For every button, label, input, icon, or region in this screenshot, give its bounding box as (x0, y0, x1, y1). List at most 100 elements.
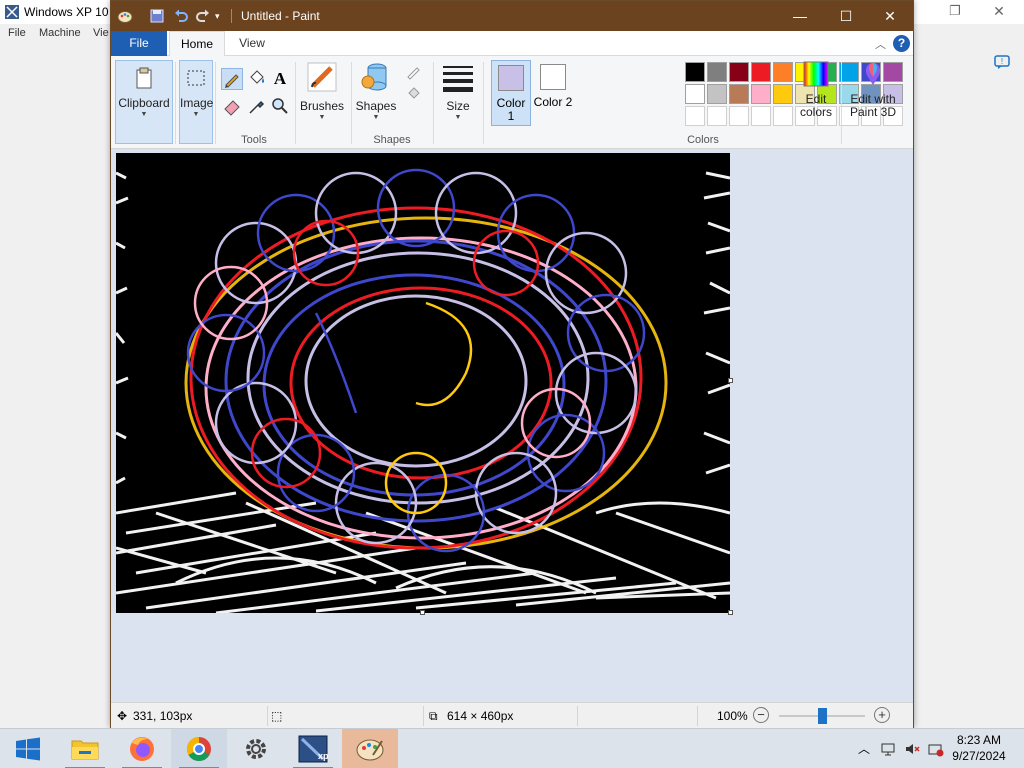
tab-view[interactable]: View (229, 31, 275, 56)
start-button[interactable] (0, 729, 56, 768)
group-separator (433, 62, 434, 144)
shapes-button[interactable]: Shapes ▼ (353, 60, 399, 130)
show-hidden-icons[interactable]: ︿ (858, 741, 874, 757)
eyedropper-icon (249, 100, 265, 114)
volume-muted-icon[interactable] (904, 741, 920, 757)
tools-group: A Tools (215, 56, 293, 149)
help-icon[interactable]: ? (893, 35, 910, 52)
close-button[interactable]: ✕ (867, 1, 913, 31)
status-separator (577, 706, 578, 726)
notification-icon[interactable]: ! (994, 54, 1010, 70)
resize-handle-corner[interactable] (728, 610, 733, 615)
undo-icon[interactable] (173, 8, 189, 24)
qat-separator (231, 9, 232, 23)
fill-tool[interactable] (245, 68, 267, 90)
cursor-position-icon: ✥ (117, 709, 128, 723)
status-separator (423, 706, 424, 726)
minimize-button[interactable]: — (777, 1, 823, 31)
vmware-xp-icon: xp (298, 735, 329, 763)
taskbar-settings[interactable] (228, 729, 284, 768)
shape-fill-tool[interactable] (403, 84, 425, 106)
color-picker-tool[interactable] (245, 96, 267, 118)
pencil-tool[interactable] (221, 68, 243, 90)
zoom-level: 100% (717, 709, 748, 723)
size-button[interactable]: Size ▼ (437, 60, 479, 130)
brushes-label: Brushes (299, 99, 345, 113)
settings-icon (246, 739, 266, 759)
edit-colors-button[interactable]: Edit colors (795, 60, 837, 130)
brushes-dropdown-icon: ▼ (318, 114, 326, 121)
zoom-slider-thumb[interactable] (817, 708, 827, 724)
taskbar-vmware-xp[interactable]: xp (285, 729, 341, 768)
shape-fill-icon (408, 87, 420, 99)
color2-button[interactable]: Color 2 (533, 60, 573, 126)
chrome-icon (186, 737, 211, 762)
color1-swatch (498, 65, 524, 91)
size-dropdown-icon: ▼ (454, 114, 462, 121)
vm-restore-button[interactable]: ❐ (944, 0, 966, 22)
taskbar-firefox[interactable] (114, 729, 170, 768)
vm-menu-view[interactable]: Vie (93, 27, 109, 39)
color1-button[interactable]: Color 1 (491, 60, 531, 126)
clipboard-icon (136, 67, 152, 89)
shapes-group-label: Shapes (373, 134, 411, 146)
maximize-button[interactable]: ☐ (823, 1, 869, 31)
edit-with-paint3d-button[interactable]: Edit with Paint 3D (845, 60, 901, 130)
magnifier-tool[interactable] (269, 96, 291, 118)
collapse-ribbon-icon[interactable]: ︿ (875, 36, 886, 52)
status-separator (267, 706, 268, 726)
color1-label: Color 1 (496, 96, 526, 123)
system-clock[interactable]: 8:23 AM 9/27/2024 (944, 732, 1014, 764)
firefox-icon (130, 737, 154, 761)
paint-titlebar: ▾ Untitled - Paint — ☐ ✕ (111, 1, 913, 31)
resize-handle-bottom[interactable] (420, 610, 425, 615)
vm-menu-machine[interactable]: Machine (39, 27, 81, 39)
group-separator (295, 62, 296, 144)
colors-group: Colors (577, 56, 829, 149)
image-dropdown-icon: ▼ (192, 111, 200, 118)
eraser-tool[interactable] (221, 96, 243, 118)
tab-home[interactable]: Home (169, 31, 225, 57)
redo-icon[interactable] (195, 8, 211, 24)
resize-handle-right[interactable] (728, 378, 733, 383)
colors-group-label: Colors (687, 134, 719, 146)
select-icon (187, 70, 205, 86)
network-icon[interactable] (880, 741, 896, 757)
vm-close-button[interactable]: ✕ (990, 0, 1008, 22)
save-icon[interactable] (149, 8, 165, 24)
tab-file[interactable]: File (111, 31, 167, 56)
customize-qat-icon[interactable]: ▾ (215, 8, 231, 24)
shapes-label: Shapes (355, 99, 397, 113)
paint3d-icon (865, 63, 881, 85)
clipboard-button[interactable]: Clipboard ▼ (115, 60, 173, 144)
paint-app-icon[interactable] (117, 8, 133, 24)
canvas-area (111, 149, 913, 702)
brush-icon (307, 62, 337, 92)
brushes-button[interactable]: Brushes ▼ (297, 60, 347, 130)
outline-tool[interactable] (403, 62, 425, 84)
canvas-size-icon: ⧉ (429, 709, 438, 723)
windows-logo-icon (16, 737, 40, 761)
cursor-position: 331, 103px (133, 709, 193, 723)
zoom-slider[interactable] (779, 708, 865, 724)
size-label: Size (446, 99, 470, 113)
zoom-out-button[interactable]: − (753, 707, 769, 723)
power-warning-icon[interactable] (928, 741, 944, 757)
taskbar-file-explorer[interactable] (57, 729, 113, 768)
color2-swatch (540, 64, 566, 90)
zoom-in-button[interactable]: + (874, 707, 890, 723)
group-separator (175, 62, 176, 144)
ribbon-tabs: File Home View ︿ ? (111, 31, 913, 57)
vm-menu-file[interactable]: File (8, 27, 26, 39)
svg-text:xp: xp (318, 751, 329, 761)
text-tool-icon[interactable]: A (269, 68, 291, 90)
color-spectrum-icon (803, 61, 829, 87)
selection-size-icon: ⬚ (271, 709, 283, 723)
taskbar-paint[interactable] (342, 729, 398, 768)
status-separator (697, 706, 698, 726)
taskbar-chrome[interactable] (171, 729, 227, 768)
image-label: Image (180, 96, 214, 110)
tools-group-label: Tools (241, 134, 267, 146)
drawing-canvas[interactable] (116, 153, 730, 613)
image-button[interactable]: Image ▼ (179, 60, 213, 144)
